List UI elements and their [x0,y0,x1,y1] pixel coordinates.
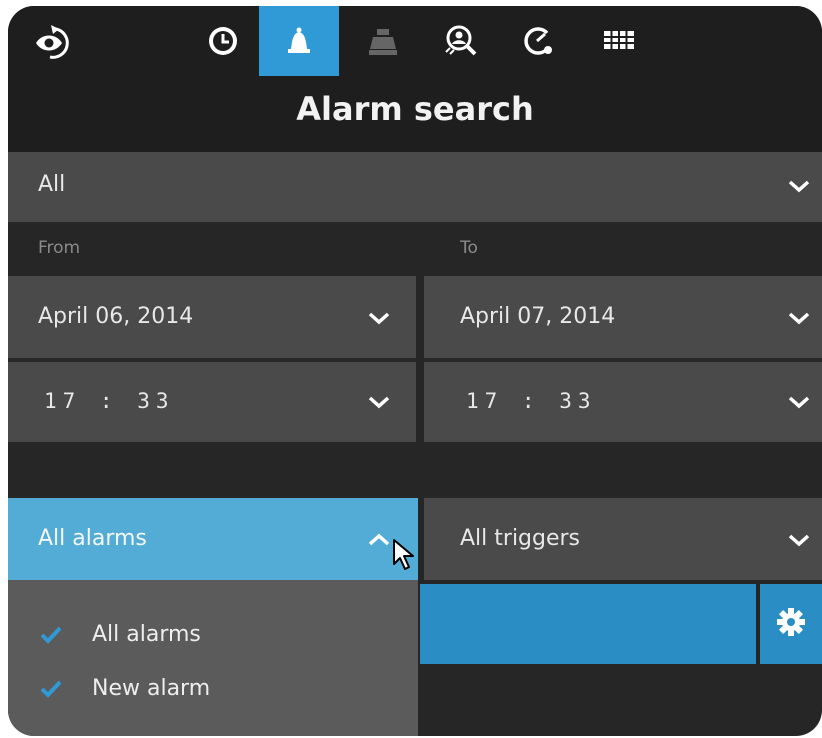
trigger-filter-value: All triggers [460,526,581,551]
to-date-value: April 07, 2014 [460,304,616,329]
to-label: To [460,238,478,258]
search-person-icon[interactable] [426,6,496,76]
clock-icon[interactable] [188,6,258,76]
search-button[interactable] [420,584,756,664]
gauge-icon[interactable] [502,6,572,76]
page-title: Alarm search [296,90,534,128]
chevron-down-icon [786,306,812,334]
app-frame: Alarm search All From To April 06, 2014 … [8,6,822,736]
from-date-value: April 06, 2014 [38,304,194,329]
from-time-select[interactable]: 17 : 33 [8,362,416,442]
grid-icon[interactable] [584,6,654,76]
menu-item-all-alarms[interactable]: All alarms [8,612,418,660]
alarm-filter-select[interactable]: All alarms [8,498,418,580]
cash-register-icon[interactable] [348,6,418,76]
chevron-down-icon [786,174,812,202]
alarm-filter-menu: All alarms New alarm [8,580,418,736]
mouse-cursor-icon [392,538,418,576]
gear-icon [776,607,806,641]
from-date-select[interactable]: April 06, 2014 [8,276,416,358]
title-bar: Alarm search [8,76,822,152]
menu-item-new-alarm[interactable]: New alarm [8,666,418,714]
chevron-up-icon [366,528,392,556]
camera-select[interactable]: All [8,152,822,222]
to-time-select[interactable]: 17 : 33 [424,362,822,442]
top-toolbar [8,6,822,76]
menu-item-label: All alarms [92,622,201,647]
settings-button[interactable] [760,584,822,664]
to-date-select[interactable]: April 07, 2014 [424,276,822,358]
to-time-value: 17 : 33 [466,389,597,413]
chevron-down-icon [786,390,812,418]
alarm-filter-value: All alarms [38,526,147,551]
check-icon [38,622,64,652]
chevron-down-icon [366,306,392,334]
menu-item-label: New alarm [92,676,211,701]
from-time-value: 17 : 33 [44,389,175,413]
back-eye-icon[interactable] [14,6,84,76]
trigger-filter-select[interactable]: All triggers [424,498,822,580]
check-icon [38,676,64,706]
bell-icon[interactable] [259,6,339,76]
from-label: From [38,238,81,258]
chevron-down-icon [366,390,392,418]
camera-select-value: All [38,172,66,197]
chevron-down-icon [786,528,812,556]
